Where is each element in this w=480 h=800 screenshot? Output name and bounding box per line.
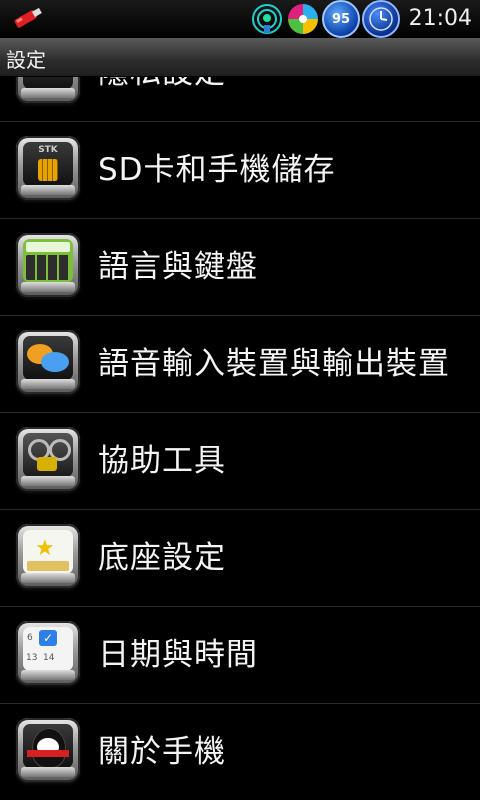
settings-item-label: 語音輸入裝置與輸出裝置 bbox=[98, 346, 450, 382]
sim-card-icon: STK bbox=[16, 136, 80, 200]
settings-item-label: 關於手機 bbox=[98, 734, 226, 770]
gears-icon bbox=[16, 427, 80, 491]
settings-item-voice-io[interactable]: 語音輸入裝置與輸出裝置 bbox=[0, 316, 480, 413]
settings-item-privacy[interactable]: 隱私設定 bbox=[0, 77, 480, 122]
penguin-icon bbox=[16, 718, 80, 782]
settings-item-language-keyboard[interactable]: 語言與鍵盤 bbox=[0, 219, 480, 316]
calendar-day: 6 bbox=[27, 633, 33, 643]
pinwheel-icon bbox=[286, 2, 320, 36]
calendar-icon: ✓ 6 13 14 bbox=[16, 621, 80, 685]
settings-item-label: 協助工具 bbox=[98, 443, 226, 479]
calendar-day: 13 bbox=[26, 653, 38, 663]
usb-icon bbox=[14, 7, 42, 28]
calendar-day: 14 bbox=[43, 653, 55, 663]
speech-bubbles-icon bbox=[16, 330, 80, 394]
settings-item-label: 底座設定 bbox=[98, 540, 226, 576]
privacy-icon bbox=[16, 77, 80, 103]
clock-icon bbox=[362, 0, 400, 38]
settings-item-label: 隱私設定 bbox=[98, 77, 226, 121]
battery-level: 95 bbox=[331, 11, 351, 27]
settings-item-about-phone[interactable]: 關於手機 bbox=[0, 704, 480, 800]
status-clock: 21:04 bbox=[408, 6, 472, 31]
battery-icon: 95 bbox=[322, 0, 360, 38]
sim-icon-label: STK bbox=[38, 145, 58, 155]
keyboard-icon bbox=[16, 233, 80, 297]
dock-icon: ★ bbox=[16, 524, 80, 588]
status-bar: 95 21:04 bbox=[0, 0, 480, 38]
page-title: 設定 bbox=[6, 48, 46, 72]
settings-item-storage[interactable]: STK SD卡和手機儲存 bbox=[0, 122, 480, 219]
settings-list[interactable]: 隱私設定 STK SD卡和手機儲存 語言與鍵盤 bbox=[0, 77, 480, 800]
title-bar: 設定 bbox=[0, 38, 480, 77]
settings-item-label: 語言與鍵盤 bbox=[98, 249, 258, 285]
signal-tower-icon bbox=[250, 2, 284, 36]
settings-item-accessibility[interactable]: 協助工具 bbox=[0, 413, 480, 510]
settings-item-dock[interactable]: ★ 底座設定 bbox=[0, 510, 480, 607]
settings-item-date-time[interactable]: ✓ 6 13 14 日期與時間 bbox=[0, 607, 480, 704]
settings-item-label: SD卡和手機儲存 bbox=[98, 152, 336, 188]
settings-item-label: 日期與時間 bbox=[98, 637, 258, 673]
